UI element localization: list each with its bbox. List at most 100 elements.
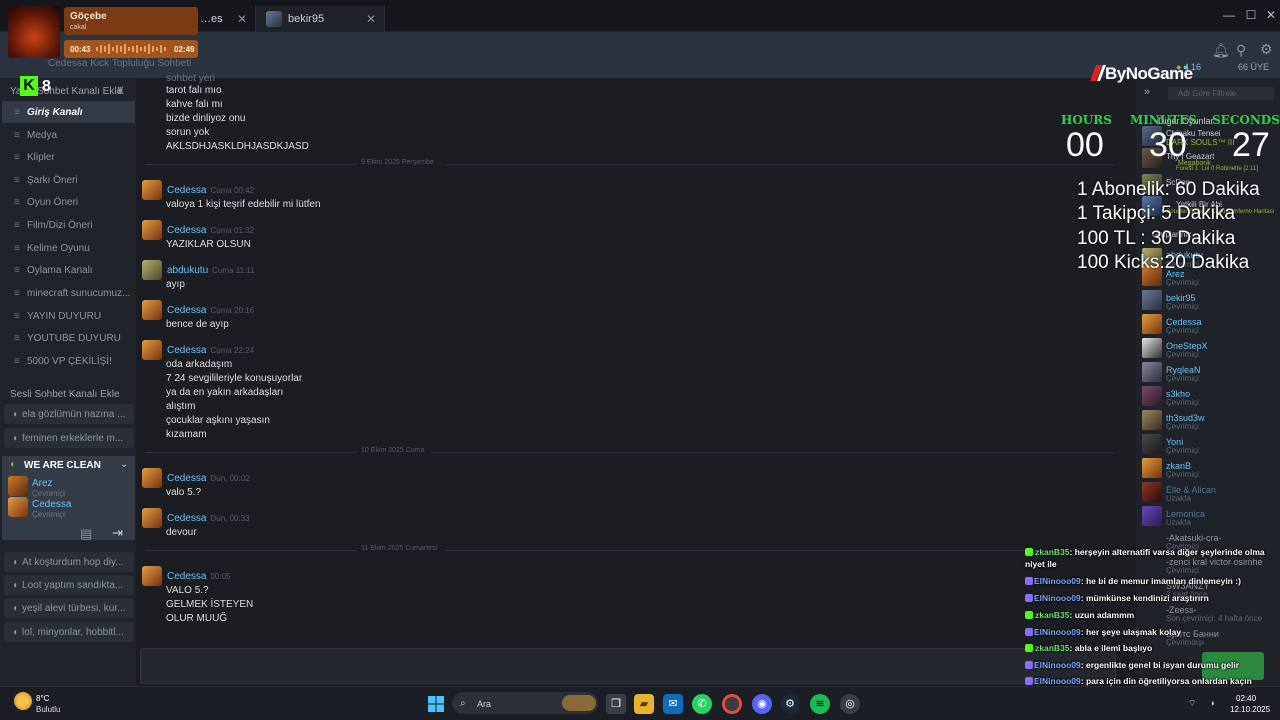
sidebar-item-oyun-oneri[interactable]: ≡ Oyun Öneri	[2, 191, 135, 213]
voice-channel[interactable]: ◖ yeşil alevi türbesi, kur...	[4, 598, 134, 618]
collapse-icon[interactable]: »	[1144, 86, 1150, 98]
sidebar-item-youtube-duyuru[interactable]: ≡ YOUTUBE DUYURU	[2, 327, 135, 349]
text-channel-icon: ≡	[14, 355, 20, 367]
leave-voice-icon[interactable]: ⇥	[112, 525, 123, 541]
voice-channel[interactable]: ◖ lol, minyonlar, hobbitl...	[4, 622, 134, 642]
message-text: devour	[166, 527, 197, 538]
tab-bekir95[interactable]: bekir95 ✕	[255, 6, 385, 32]
voice-user-name[interactable]: Arez	[32, 478, 53, 489]
chrome-icon[interactable]	[722, 694, 742, 714]
close-window-icon[interactable]: ✕	[1260, 6, 1280, 24]
badge-icon	[1025, 661, 1033, 669]
gear-icon[interactable]: ⚙	[1260, 41, 1273, 58]
sidebar-item-giris-kanali[interactable]: ≡ Giriş Kanalı	[2, 101, 135, 123]
message-author[interactable]: Cedessa Cuma 22:24	[167, 345, 254, 356]
seconds-label: SECONDS	[1212, 113, 1280, 127]
message-author[interactable]: Cedessa Cuma 20:16	[167, 305, 254, 316]
voice-channel[interactable]: ◖ At koşturdum hop diy...	[4, 552, 134, 572]
member-status: Uzakta	[1166, 494, 1191, 503]
message-author[interactable]: Cedessa Cuma 01:32	[167, 225, 254, 236]
waveform	[96, 44, 166, 54]
steam-icon[interactable]: ⚙	[780, 694, 800, 714]
message-author[interactable]: Cedessa Dün, 00:33	[167, 513, 250, 524]
message-text: YAZIKLAR OLSUN	[166, 239, 251, 250]
text-channel-icon: ≡	[14, 174, 20, 186]
sidebar-item-kelime-oyunu[interactable]: ≡ Kelime Oyunu	[2, 237, 135, 259]
sidebar-item-cekilis[interactable]: ≡ 5000 VP ÇEKİLİŞİ!	[2, 350, 135, 372]
network-icon[interactable]: ⌔	[1188, 698, 1196, 709]
volume-icon[interactable]: ◗	[1210, 698, 1215, 708]
message-text: alıştım	[166, 401, 196, 412]
message-author[interactable]: Cedessa Cuma 00:42	[167, 185, 254, 196]
discord-icon[interactable]: ◉	[752, 694, 772, 714]
weather-icon[interactable]	[14, 692, 32, 710]
message-author[interactable]: abdukutu Cuma 11:11	[167, 265, 255, 276]
message-time: Cuma 20:16	[210, 306, 255, 315]
whatsapp-icon[interactable]: ✆	[692, 694, 712, 714]
member-search-input[interactable]: Adı Göre Filtrele	[1168, 87, 1274, 100]
windows-start-icon[interactable]	[428, 696, 444, 712]
sidebar-item-klipler[interactable]: ≡ Klipler	[2, 146, 135, 168]
date-divider: 10 Ekim 2025 Cuma	[145, 447, 1115, 457]
game-status: Forest 1: Lol 0 Robinette [2:11]	[1176, 166, 1258, 172]
message-text: GELMEK İSTEYEN	[166, 599, 254, 610]
member-status: Çevrimiçi	[1166, 422, 1199, 431]
sidebar-item-oylama-kanali[interactable]: ≡ Oylama Kanalı	[2, 259, 135, 281]
message-time: Cuma 11:11	[212, 266, 255, 275]
minutes-label: MINUTES	[1130, 113, 1198, 127]
voice-channel[interactable]: ◖ ela gözlümün nazına ...	[4, 404, 134, 424]
voice-user-status: Çevrimiçi	[32, 489, 65, 498]
add-friend-icon[interactable]: ⚲	[1236, 42, 1246, 59]
avatar	[142, 300, 162, 320]
message-time: 00:05	[210, 572, 231, 581]
track-total-time: 02:49	[174, 45, 195, 54]
message-input[interactable]	[140, 648, 1116, 684]
message-author[interactable]: Cedessa Dün, 00:02	[167, 473, 250, 484]
sidebar-item-sarki-oneri[interactable]: ≡ Şarkı Öneri	[2, 169, 135, 191]
message-text: AKLSDHJASKLDHJASDKJASD	[166, 141, 309, 152]
sidebar-item-medya[interactable]: ≡ Medya	[2, 124, 135, 146]
stream-chat-message: ElNinooo09: he bi de memur imamları dinl…	[1025, 576, 1241, 586]
obs-icon[interactable]: ◎	[840, 694, 860, 714]
file-explorer-icon[interactable]: ▰	[634, 694, 654, 714]
avatar	[1142, 506, 1162, 526]
close-tab-icon[interactable]: ✕	[366, 12, 376, 26]
avatar	[8, 476, 28, 496]
sponsor-name: ByNoGame	[1105, 64, 1193, 83]
voice-user-name[interactable]: Cedessa	[32, 499, 71, 510]
stream-chat-message: zkanB35: herşeyin alternatifi varsa diğe…	[1025, 547, 1265, 557]
badge-icon	[1025, 548, 1033, 556]
taskbar-search-placeholder: Ara	[477, 699, 492, 709]
lock-icon: ♜	[116, 86, 125, 97]
sidebar-item-film-dizi-oneri[interactable]: ≡ Film/Dizi Öneri	[2, 214, 135, 236]
message-author[interactable]: Cedessa 00:05	[167, 571, 231, 582]
voice-channel[interactable]: ◖ feminen erkeklerle m...	[4, 428, 134, 448]
avatar	[1142, 434, 1162, 454]
minimize-icon[interactable]: —	[1218, 6, 1240, 24]
task-view-icon[interactable]: ❐	[606, 694, 626, 714]
message-text: sorun yok	[166, 127, 210, 138]
message-time: Cuma 22:24	[210, 346, 255, 355]
voice-channel[interactable]: ◖ Loot yaptım sandıkta...	[4, 575, 134, 595]
chevron-down-icon[interactable]: ⌄	[120, 459, 128, 470]
voice-settings-icon[interactable]: ▤	[80, 526, 92, 542]
badge-icon	[1025, 594, 1033, 602]
member-status: Çevrimiçi	[1166, 446, 1199, 455]
spotify-icon[interactable]: ≋	[810, 694, 830, 714]
speaker-icon: ◖	[12, 626, 19, 638]
hours-label: HOURS	[1061, 113, 1112, 127]
avatar	[1142, 458, 1162, 478]
sidebar-item-minecraft[interactable]: ≡ minecraft sunucumuz...	[2, 282, 135, 304]
add-voice-channel-button[interactable]: Sesli Sohbet Kanalı Ekle	[10, 389, 120, 400]
sidebar-item-yayin-duyuru[interactable]: ≡ YAYIN DUYURU	[2, 305, 135, 327]
speaker-icon: ◖	[12, 579, 19, 591]
outlook-icon[interactable]: ✉	[663, 694, 683, 714]
timer-rule: 1 Abonelik: 60 Dakika	[1077, 179, 1260, 200]
clock-date: 12.10.2025	[1230, 705, 1271, 714]
text-channel-icon: ≡	[14, 219, 20, 231]
bell-icon[interactable]: 🔔︎	[1212, 42, 1230, 59]
close-tab-icon[interactable]: ✕	[237, 12, 247, 26]
maximize-icon[interactable]: ☐	[1240, 6, 1262, 24]
stream-chat-message: zkanB35: abla e ilemi başlıyo	[1025, 643, 1152, 653]
message-text: kızamam	[166, 429, 207, 440]
